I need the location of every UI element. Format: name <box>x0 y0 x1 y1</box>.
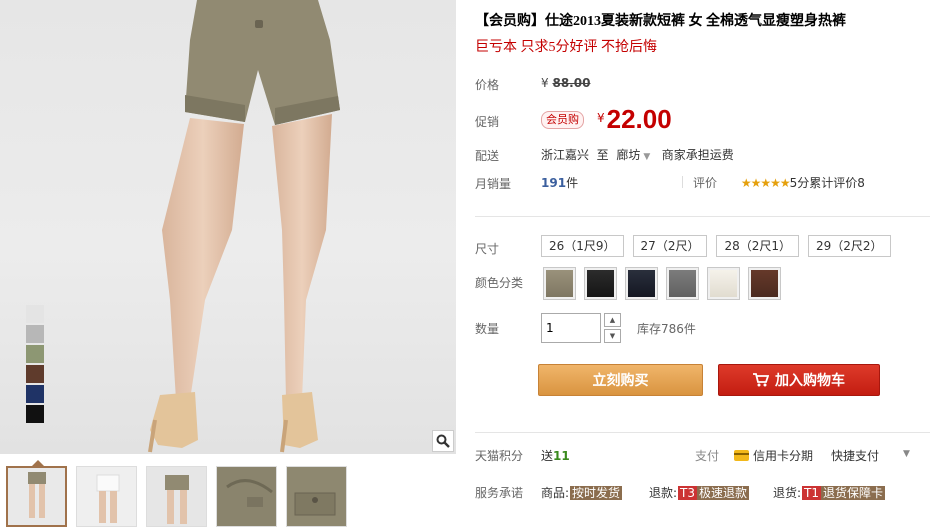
rating-stars-icon: ★★★★★ <box>740 176 791 190</box>
shipping-label: 配送 <box>475 149 500 163</box>
quantity-label: 数量 <box>475 322 500 336</box>
size-option[interactable]: 26（1尺9） <box>541 235 624 257</box>
thumbnail-3[interactable] <box>146 466 207 527</box>
review-score: 5分 <box>789 176 810 190</box>
main-product-image[interactable] <box>0 0 456 454</box>
divider <box>682 176 683 188</box>
color-option-white[interactable] <box>707 267 740 300</box>
currency-symbol: ¥ <box>541 76 549 90</box>
color-label: 颜色分类 <box>475 276 524 290</box>
promo-label: 促销 <box>475 115 500 129</box>
ship-to-word: 至 <box>596 148 609 162</box>
color-option-khaki[interactable] <box>543 267 576 300</box>
add-to-cart-button[interactable]: 加入购物车 <box>718 364 880 396</box>
shipping-info: 浙江嘉兴 至 廊坊 ▼ 商家承担运费 <box>541 146 734 163</box>
promo-price: ¥22.00 <box>597 104 672 135</box>
cart-icon <box>753 373 769 387</box>
thumbnail-5[interactable] <box>286 466 347 527</box>
zoom-button[interactable] <box>432 430 454 452</box>
color-option-brown[interactable] <box>748 267 781 300</box>
service-return-guarantee[interactable]: 退货: T1 退货保障卡 <box>773 484 886 501</box>
thumbnail-4[interactable] <box>216 466 277 527</box>
review-total-label: 累计评价 <box>809 176 858 190</box>
service-prefix: 退款: <box>649 486 678 500</box>
sales-unit: 件 <box>566 176 579 190</box>
monthly-sales: 191件 <box>541 174 578 191</box>
color-strip-swatch <box>26 305 44 323</box>
original-price: ¥ 88.00 <box>541 76 590 90</box>
sales-count: 191 <box>541 176 567 190</box>
member-buy-tag: 会员购 <box>541 111 584 129</box>
model-photo <box>148 0 340 453</box>
thumbnail-1[interactable] <box>6 466 67 527</box>
chevron-down-icon: ▼ <box>643 152 651 162</box>
service-label: 服务承诺 <box>475 486 524 500</box>
payment-label: 支付 <box>695 449 720 463</box>
size-option[interactable]: 28（2尺1） <box>716 235 799 257</box>
review-summary[interactable]: 评价 ★★★★★5分累计评价8 <box>693 174 865 191</box>
thumbnail-2[interactable] <box>76 466 137 527</box>
color-strip-swatch <box>26 365 44 383</box>
credit-installment-label: 信用卡分期 <box>753 449 814 463</box>
service-tag: 按时发货 <box>570 486 623 500</box>
size-options: 26（1尺9） 27（2尺） 28（2尺1） 29（2尺2） <box>541 235 891 257</box>
price-label: 价格 <box>475 78 500 92</box>
size-option[interactable]: 27（2尺） <box>632 235 708 257</box>
quantity-field[interactable] <box>541 313 601 343</box>
tmall-points: 送11 <box>541 447 570 464</box>
color-strip-swatch <box>26 325 44 343</box>
section-divider <box>475 216 930 217</box>
increase-button[interactable]: ▲ <box>604 313 621 327</box>
color-option-black[interactable] <box>584 267 617 300</box>
stock-count: 库存786件 <box>637 322 696 336</box>
buy-now-button[interactable]: 立刻购买 <box>538 364 703 396</box>
decrease-button[interactable]: ▼ <box>604 329 621 343</box>
points-value: 11 <box>553 449 570 463</box>
quick-pay[interactable]: 快捷支付 <box>831 447 879 464</box>
credit-installment[interactable]: 信用卡分期 <box>734 447 813 464</box>
original-price-value: 88.00 <box>552 76 591 90</box>
color-strip-swatch <box>26 345 44 363</box>
service-tag: 退货保障卡 <box>821 486 886 500</box>
color-strip-swatch <box>26 405 44 423</box>
service-prefix: 退货: <box>773 486 802 500</box>
ship-destination: 廊坊 <box>616 148 641 162</box>
color-option-navy[interactable] <box>625 267 658 300</box>
buy-now-label: 立刻购买 <box>592 373 649 389</box>
product-subtitle: 巨亏本 只求5分好评 不抢后悔 <box>475 40 657 55</box>
service-fast-refund[interactable]: 退款: T3 极速退款 <box>649 484 750 501</box>
t3-badge: T3 <box>678 486 698 500</box>
credit-card-icon <box>734 450 749 461</box>
color-option-gray[interactable] <box>666 267 699 300</box>
shipping-fee-note: 商家承担运费 <box>661 148 734 162</box>
service-ontime-shipping[interactable]: 商品: 按时发货 <box>541 484 623 501</box>
thumbnail-strip <box>6 466 347 527</box>
magnifier-icon <box>436 434 450 448</box>
points-prefix: 送 <box>541 449 554 463</box>
add-to-cart-label: 加入购物车 <box>775 373 845 389</box>
quantity-input[interactable] <box>542 314 598 342</box>
monthly-sales-label: 月销量 <box>475 177 512 191</box>
color-options <box>543 267 781 300</box>
t1-badge: T1 <box>802 486 822 500</box>
service-prefix: 商品: <box>541 486 570 500</box>
service-tag: 极速退款 <box>697 486 750 500</box>
promo-currency: ¥ <box>597 111 605 125</box>
size-label: 尺寸 <box>475 242 500 256</box>
tmall-points-label: 天猫积分 <box>475 449 524 463</box>
quantity-stepper: ▲ ▼ <box>604 313 621 345</box>
product-title[interactable]: 【会员购】仕途2013夏装新款短裤 女 全棉透气显瘦塑身热裤 <box>475 10 846 30</box>
review-total: 8 <box>857 176 865 190</box>
color-strip-swatch <box>26 385 44 403</box>
size-option[interactable]: 29（2尺2） <box>808 235 891 257</box>
ship-destination-select[interactable]: 廊坊 ▼ <box>616 148 650 162</box>
promo-price-value: 22.00 <box>606 104 672 134</box>
section-divider <box>475 432 930 433</box>
chevron-down-icon[interactable]: ▼ <box>903 449 910 459</box>
review-label: 评价 <box>693 176 718 190</box>
ship-from: 浙江嘉兴 <box>541 148 590 162</box>
color-strip <box>26 305 44 425</box>
